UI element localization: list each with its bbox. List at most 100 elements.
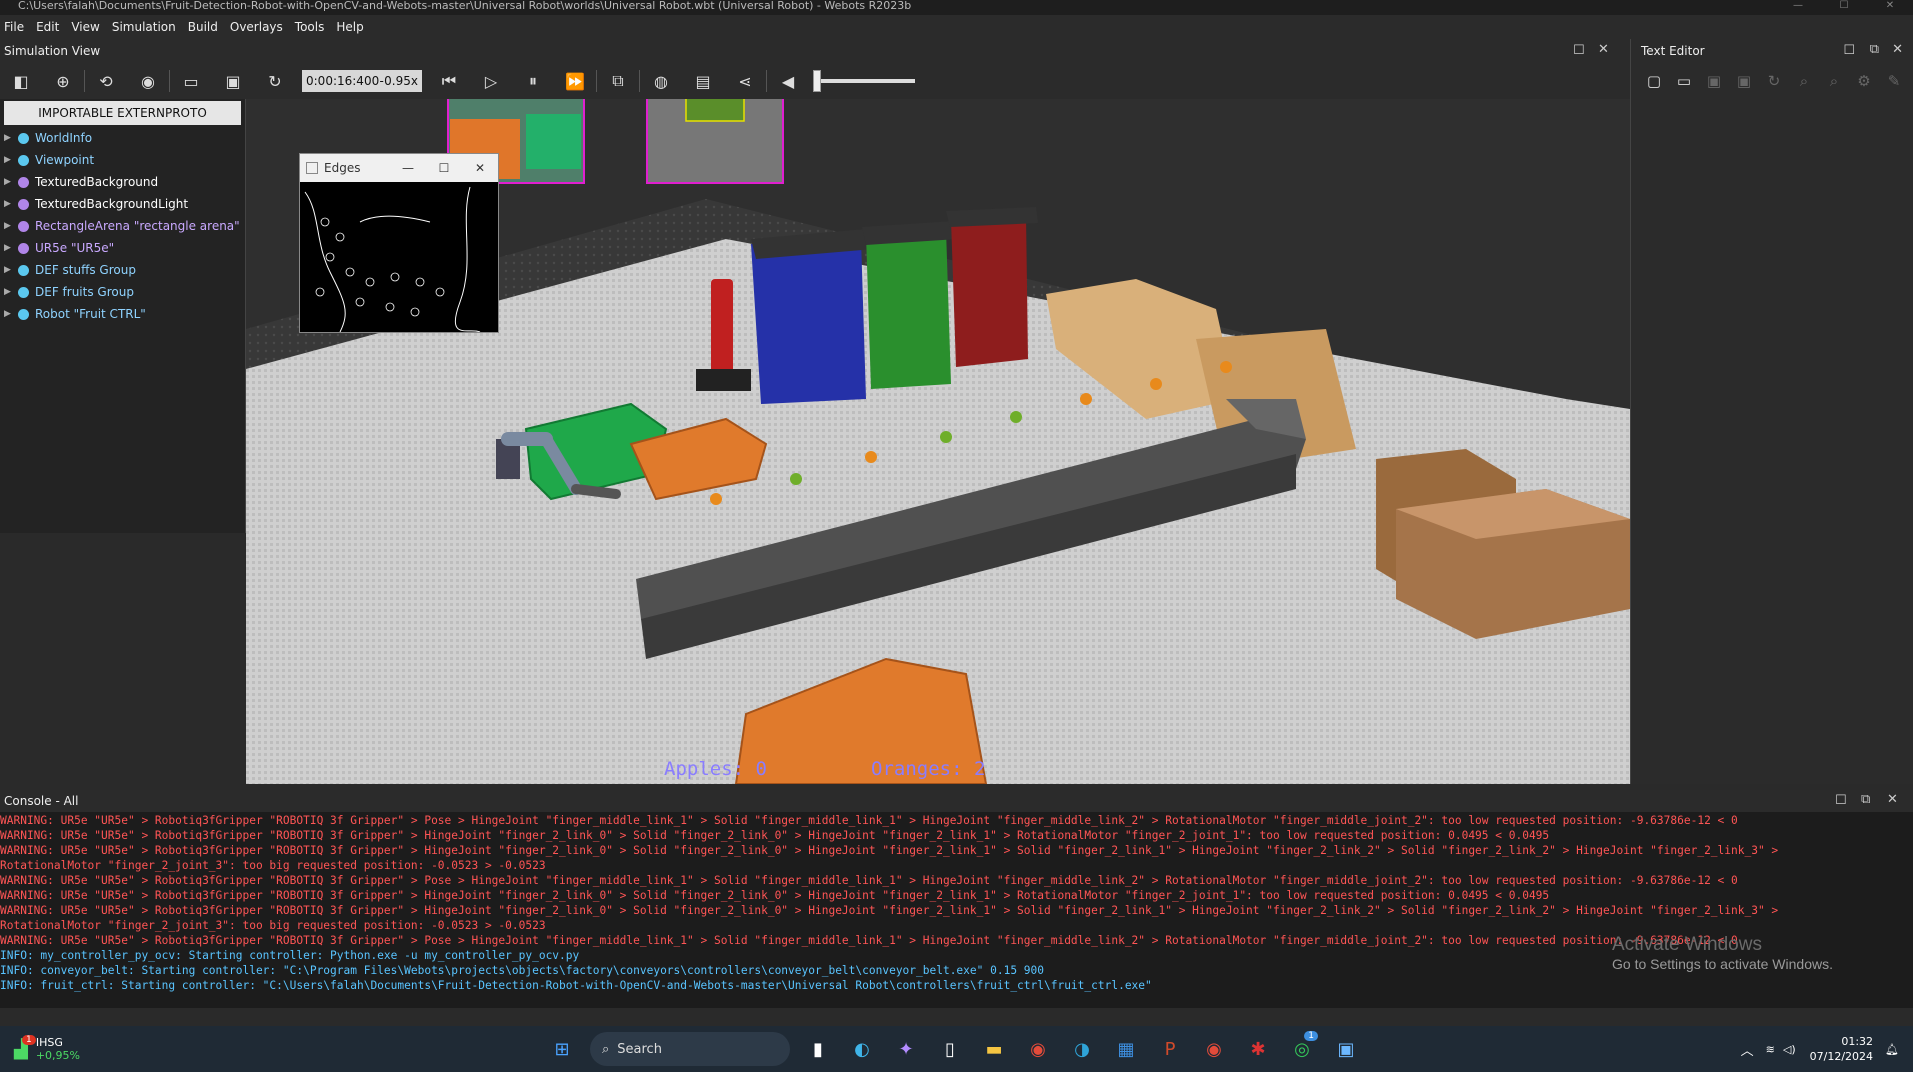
scene-tree-item[interactable]: ▶ Robot "Fruit CTRL"	[0, 303, 245, 325]
edge-dev-icon[interactable]: ◐	[844, 1031, 880, 1067]
remote-desktop-icon[interactable]: ▣	[1328, 1031, 1364, 1067]
console-line: WARNING: UR5e "UR5e" > Robotiq3fGripper …	[0, 874, 1738, 887]
fast-forward-icon[interactable]: ⏩	[554, 66, 596, 96]
mute-icon[interactable]: ◀	[767, 66, 809, 96]
chrome-profile-icon[interactable]: ◉	[1196, 1031, 1232, 1067]
webots-icon[interactable]: ✱	[1240, 1031, 1276, 1067]
whatsapp-icon[interactable]: ◎ 1	[1284, 1031, 1320, 1067]
expand-arrow-icon[interactable]: ▶	[4, 309, 18, 319]
step-icon[interactable]: ▷	[470, 66, 512, 96]
console-float-icon[interactable]: ☐	[1835, 793, 1847, 808]
pause-icon[interactable]: ⏸	[512, 66, 554, 96]
replace-icon[interactable]: ⌕	[1819, 72, 1849, 90]
sim-float-icon[interactable]: ☐	[1573, 43, 1585, 58]
edges-maximize-button[interactable]: ☐	[426, 161, 462, 175]
3d-viewport[interactable]: Edges — ☐ ✕ Apples: 0 Oranges: 2	[246, 99, 1630, 784]
expand-arrow-icon[interactable]: ▶	[4, 177, 18, 187]
tray-overflow-icon[interactable]: ︿	[1741, 1040, 1754, 1059]
edges-window[interactable]: Edges — ☐ ✕	[299, 153, 499, 333]
build-icon[interactable]: ⚙	[1849, 72, 1879, 90]
expand-arrow-icon[interactable]: ▶	[4, 133, 18, 143]
chrome-icon[interactable]: ◉	[1020, 1031, 1056, 1067]
share-icon[interactable]: ⋖	[724, 66, 766, 96]
menu-bar: File Edit View Simulation Build Overlays…	[0, 15, 1913, 39]
volume-icon[interactable]: ◁)	[1783, 1043, 1796, 1056]
new-file-icon[interactable]: ▢	[1639, 72, 1669, 90]
sim-close-icon[interactable]: ✕	[1598, 42, 1609, 57]
menu-simulation[interactable]: Simulation	[108, 20, 184, 34]
powerpoint-icon[interactable]: P	[1152, 1031, 1188, 1067]
reset-viewpoint-icon[interactable]: ⟲	[85, 66, 127, 96]
scene-tree-item[interactable]: ▶ UR5e "UR5e"	[0, 237, 245, 259]
console-output[interactable]: WARNING: UR5e "UR5e" > Robotiq3fGripper …	[0, 812, 1913, 1008]
save-world-icon[interactable]: ▣	[212, 66, 254, 96]
file-explorer-icon[interactable]: ▬	[976, 1031, 1012, 1067]
edges-window-title-bar[interactable]: Edges — ☐ ✕	[300, 154, 498, 182]
menu-help[interactable]: Help	[332, 20, 371, 34]
expand-arrow-icon[interactable]: ▶	[4, 243, 18, 253]
scene-tree-item[interactable]: ▶ RectangleArena "rectangle arena"	[0, 215, 245, 237]
store-icon[interactable]: ▦	[1108, 1031, 1144, 1067]
te-close-icon[interactable]: ✕	[1892, 42, 1903, 57]
stock-badge: 1	[22, 1034, 36, 1045]
reset-simulation-icon[interactable]: ⏮	[428, 66, 470, 96]
menu-view[interactable]: View	[67, 20, 107, 34]
copilot-icon[interactable]: ✦	[888, 1031, 924, 1067]
expand-arrow-icon[interactable]: ▶	[4, 199, 18, 209]
stock-widget[interactable]: ▟ 1 IHSG +0,95%	[14, 1026, 80, 1072]
add-node-icon[interactable]: ⊕	[42, 66, 84, 96]
expand-arrow-icon[interactable]: ▶	[4, 221, 18, 231]
stock-name: IHSG	[35, 1036, 63, 1049]
edges-close-button[interactable]: ✕	[462, 161, 498, 175]
rendering-icon[interactable]: ⧉	[597, 66, 639, 96]
task-view-icon[interactable]: ▮	[800, 1031, 836, 1067]
close-button[interactable]: ✕	[1867, 0, 1913, 12]
scene-tree-item[interactable]: ▶ TexturedBackgroundLight	[0, 193, 245, 215]
save-all-icon[interactable]: ▣	[1729, 72, 1759, 90]
minimize-button[interactable]: —	[1775, 0, 1821, 12]
revert-icon[interactable]: ↻	[1759, 72, 1789, 90]
screenshot-icon[interactable]: ◍	[640, 66, 682, 96]
edges-window-icon	[306, 162, 318, 174]
menu-edit[interactable]: Edit	[32, 20, 67, 34]
wifi-icon[interactable]: ≋	[1766, 1043, 1775, 1056]
scene-tree-item[interactable]: ▶ WorldInfo	[0, 127, 245, 149]
maximize-button[interactable]: ☐	[1821, 0, 1867, 12]
open-world-icon[interactable]: ▭	[170, 66, 212, 96]
scene-tree-item-label: Viewpoint	[35, 153, 95, 167]
menu-overlays[interactable]: Overlays	[226, 20, 291, 34]
scene-tree-item[interactable]: ▶ Viewpoint	[0, 149, 245, 171]
reload-world-icon[interactable]: ↻	[254, 66, 296, 96]
menu-tools[interactable]: Tools	[291, 20, 333, 34]
clock[interactable]: 01:32 07/12/2024	[1810, 1034, 1873, 1064]
clock-time: 01:32	[1841, 1035, 1874, 1048]
eye-icon[interactable]: ◉	[127, 66, 169, 96]
expand-arrow-icon[interactable]: ▶	[4, 155, 18, 165]
toggle-scene-tree-icon[interactable]: ◧	[0, 66, 42, 96]
open-file-icon[interactable]: ▭	[1669, 72, 1699, 90]
menu-file[interactable]: File	[0, 20, 32, 34]
scene-tree-item[interactable]: ▶ DEF stuffs Group	[0, 259, 245, 281]
scene-tree-item[interactable]: ▶ DEF fruits Group	[0, 281, 245, 303]
importable-externproto-button[interactable]: IMPORTABLE EXTERNPROTO	[4, 101, 241, 125]
notepad-icon[interactable]: ▯	[932, 1031, 968, 1067]
taskbar-search[interactable]: ⌕ Search	[590, 1032, 790, 1066]
te-float-icon[interactable]: ☐	[1843, 43, 1855, 58]
console-close-icon[interactable]: ✕	[1887, 792, 1898, 807]
console-maximize-icon[interactable]: ⧉	[1861, 792, 1870, 807]
te-maximize-icon[interactable]: ⧉	[1870, 42, 1879, 57]
expand-arrow-icon[interactable]: ▶	[4, 287, 18, 297]
movie-icon[interactable]: ▤	[682, 66, 724, 96]
start-menu-icon[interactable]: ⊞	[544, 1031, 580, 1067]
edge-icon[interactable]: ◑	[1064, 1031, 1100, 1067]
volume-slider[interactable]	[813, 70, 915, 92]
notification-bell-icon[interactable]: 🔔︎	[1885, 1043, 1899, 1056]
edges-minimize-button[interactable]: —	[390, 161, 426, 175]
scene-tree-item[interactable]: ▶ TexturedBackground	[0, 171, 245, 193]
save-file-icon[interactable]: ▣	[1699, 72, 1729, 90]
volume-slider-knob[interactable]	[813, 70, 821, 92]
menu-build[interactable]: Build	[184, 20, 226, 34]
clean-icon[interactable]: ✎	[1879, 72, 1909, 90]
find-icon[interactable]: ⌕	[1789, 72, 1819, 90]
expand-arrow-icon[interactable]: ▶	[4, 265, 18, 275]
